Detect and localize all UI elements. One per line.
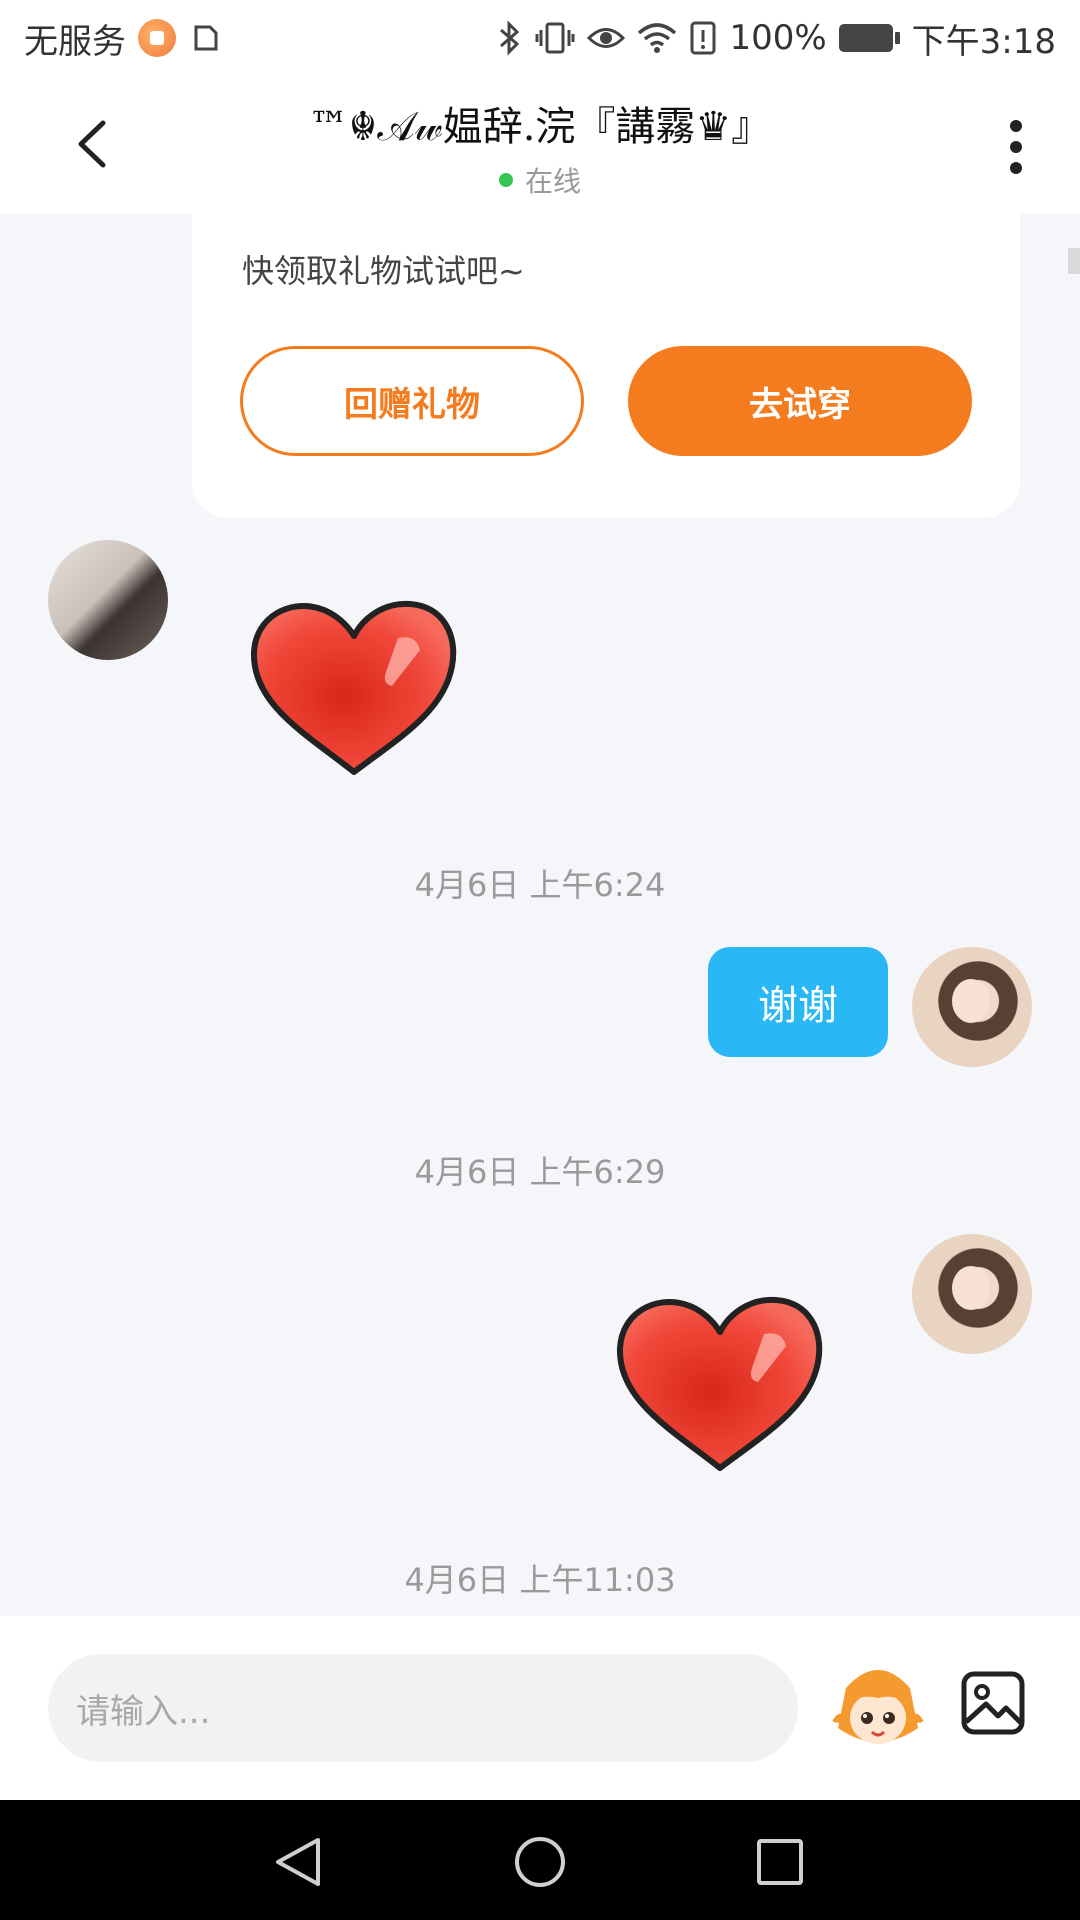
online-dot-icon	[498, 173, 513, 187]
gift-card-text: 快领取礼物试试吧~	[242, 252, 525, 290]
timestamp: 4月6日 上午11:03	[404, 1561, 676, 1599]
online-status-label: 在线	[524, 165, 581, 198]
title-block: ™☬𝒜𝓌媪辞.浣『講霧♛』 在线	[200, 94, 880, 200]
battery-percent: 100%	[729, 18, 827, 58]
nav-home-icon[interactable]	[512, 1834, 568, 1890]
input-bar: 请输入...	[0, 1616, 1080, 1800]
status-bar: 无服务 100% 下午3:18	[0, 0, 1080, 76]
online-status: 在线	[200, 160, 880, 200]
back-button[interactable]	[62, 114, 122, 174]
chat-header: ™☬𝒜𝓌媪辞.浣『講霧♛』 在线	[0, 76, 1080, 214]
emoji-mascot-icon[interactable]	[832, 1658, 924, 1758]
image-picker-icon[interactable]	[960, 1670, 1026, 1736]
chevron-left-icon	[78, 120, 106, 168]
outgoing-message-bubble[interactable]: 谢谢	[708, 947, 888, 1057]
return-gift-button[interactable]: 回赠礼物	[240, 346, 584, 456]
timestamp: 4月6日 上午6:29	[414, 1153, 666, 1191]
system-nav-bar	[0, 1800, 1080, 1920]
heart-sticker-icon	[616, 1296, 823, 1471]
page-title: ™☬𝒜𝓌媪辞.浣『講霧♛』	[308, 104, 772, 150]
wifi-icon	[638, 23, 677, 53]
nav-recents-icon[interactable]	[752, 1834, 808, 1890]
message-list[interactable]: 快领取礼物试试吧~ 回赠礼物 去试穿 4月6日 上午6:24 谢谢 4月6日 上…	[0, 214, 1080, 1616]
carrier-label: 无服务	[24, 21, 126, 62]
eye-icon	[587, 28, 626, 48]
timestamp: 4月6日 上午6:24	[414, 866, 666, 904]
more-dot	[1010, 162, 1022, 174]
contact-avatar[interactable]	[48, 540, 168, 660]
more-dot	[1010, 141, 1022, 153]
app-notification-icon	[138, 19, 176, 57]
my-avatar[interactable]	[912, 1234, 1032, 1354]
nav-back-icon[interactable]	[270, 1834, 326, 1890]
alert-icon	[690, 21, 716, 55]
battery-icon	[838, 24, 900, 52]
heart-sticker-icon	[250, 600, 457, 775]
status-bar-left: 无服务	[24, 14, 222, 63]
status-bar-right: 100% 下午3:18	[497, 14, 1056, 63]
gift-card: 快领取礼物试试吧~ 回赠礼物 去试穿	[192, 214, 1020, 518]
my-avatar[interactable]	[912, 947, 1032, 1067]
try-on-button[interactable]: 去试穿	[628, 346, 972, 456]
vibrate-icon	[535, 22, 575, 54]
message-input[interactable]: 请输入...	[48, 1654, 798, 1762]
bluetooth-icon	[500, 20, 520, 56]
clock: 下午3:18	[911, 21, 1056, 62]
scrollbar-thumb[interactable]	[1068, 248, 1080, 274]
more-options-button[interactable]	[996, 114, 1036, 180]
sim-icon	[194, 25, 218, 51]
more-dot	[1010, 120, 1022, 132]
